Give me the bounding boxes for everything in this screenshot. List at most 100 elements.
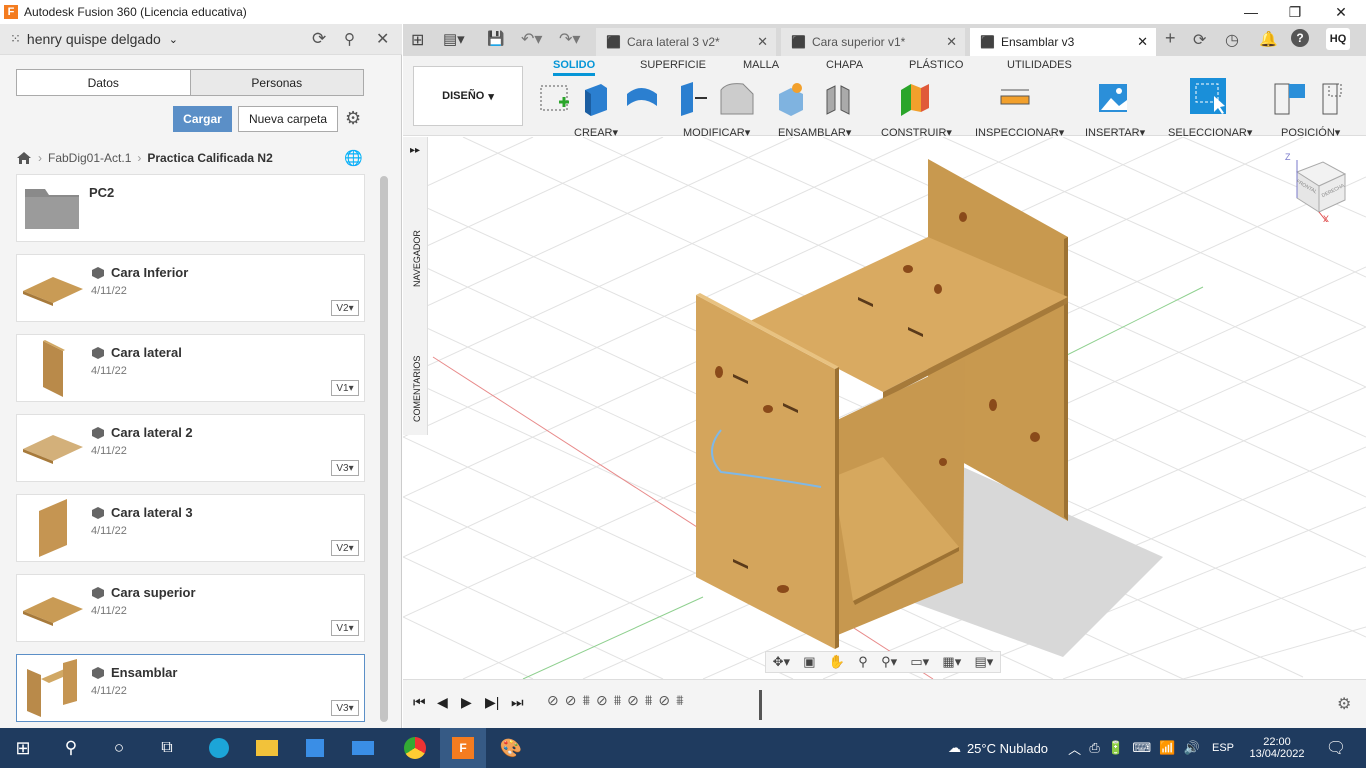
tab-solido[interactable]: SOLIDO (553, 59, 596, 76)
close-button[interactable]: ✕ (1318, 0, 1364, 24)
tab-chapa[interactable]: CHAPA (826, 59, 863, 71)
breadcrumb-folder[interactable]: Practica Calificada N2 (147, 151, 272, 165)
grid-settings-icon[interactable]: ▦▾ (942, 654, 961, 670)
search-icon[interactable]: ⚲ (344, 30, 355, 48)
user-name[interactable]: henry quispe delgado (27, 31, 161, 47)
mail-icon[interactable] (340, 728, 386, 768)
home-icon[interactable] (16, 151, 32, 165)
close-tab-icon[interactable]: ✕ (1137, 34, 1148, 50)
user-avatar[interactable]: HQ (1326, 28, 1350, 50)
doc-tab-cara-lateral-3[interactable]: ⬛ Cara lateral 3 v2* ✕ (596, 28, 776, 56)
scrollbar[interactable] (380, 176, 388, 722)
create-tools[interactable] (537, 80, 667, 116)
measure-icon[interactable] (999, 80, 1033, 116)
fusion-app-icon[interactable]: F (440, 728, 486, 768)
last-step-icon[interactable]: ⏭ (511, 694, 524, 711)
store-icon[interactable] (292, 728, 338, 768)
version-badge[interactable]: V2 ▾ (331, 300, 359, 316)
display-settings-icon[interactable]: ▭▾ (910, 654, 929, 670)
look-at-icon[interactable]: ▣ (803, 654, 815, 670)
notifications-icon[interactable]: 🔔 (1259, 30, 1278, 48)
language-indicator[interactable]: ESP (1208, 728, 1238, 768)
doc-tab-cara-superior[interactable]: ⬛ Cara superior v1* ✕ (781, 28, 965, 56)
modify-tools[interactable] (677, 80, 757, 116)
settings-gear-icon[interactable]: ⚙ (345, 108, 361, 129)
3d-viewport[interactable]: Z X FRONTAL DERECHA ▸▸ NAVEGADOR COMENTA… (403, 137, 1366, 679)
minimize-button[interactable]: — (1228, 0, 1274, 24)
tab-personas[interactable]: Personas (189, 70, 363, 95)
edge-icon[interactable] (196, 728, 242, 768)
expand-icon[interactable]: ▸▸ (410, 145, 420, 156)
view-cube[interactable]: Z X FRONTAL DERECHA (1283, 152, 1353, 224)
select-icon[interactable] (1188, 76, 1228, 116)
version-badge[interactable]: V3 ▾ (331, 700, 359, 716)
clock[interactable]: 22:00 13/04/2022 (1244, 728, 1310, 768)
next-step-icon[interactable]: ▶| (485, 694, 499, 711)
restore-button[interactable]: ❐ (1272, 0, 1318, 24)
insert-image-icon[interactable] (1097, 80, 1131, 116)
workspace-selector[interactable]: DISEÑO ▾ (413, 66, 523, 126)
construct-plane-icon[interactable] (897, 80, 937, 116)
zoom-icon[interactable]: ⚲ (858, 654, 868, 670)
timeline-settings-icon[interactable]: ⚙ (1337, 694, 1351, 714)
file-explorer-icon[interactable] (244, 728, 290, 768)
file-item[interactable]: Cara lateral 2 4/11/22 V3 ▾ (16, 414, 365, 482)
comments-label[interactable]: COMENTARIOS (412, 356, 422, 422)
play-icon[interactable]: ▶ (461, 694, 472, 711)
file-item[interactable]: Cara lateral 3 4/11/22 V2 ▾ (16, 494, 365, 562)
version-badge[interactable]: V1 ▾ (331, 380, 359, 396)
timeline-marker[interactable] (759, 690, 762, 720)
task-view-icon[interactable]: ⧉ (144, 728, 190, 768)
upload-button[interactable]: Cargar (173, 106, 232, 132)
chevron-down-icon[interactable]: ⌄ (169, 33, 178, 46)
weather-widget[interactable]: ☁ 25°C Nublado (928, 728, 1068, 768)
save-icon[interactable]: 💾 (487, 30, 504, 47)
doc-tab-ensamblar[interactable]: ⬛ Ensamblar v3 ✕ (970, 28, 1156, 56)
version-badge[interactable]: V3 ▾ (331, 460, 359, 476)
version-badge[interactable]: V2 ▾ (331, 540, 359, 556)
tab-datos[interactable]: Datos (17, 70, 190, 95)
chrome-icon[interactable] (392, 728, 438, 768)
viewports-icon[interactable]: ▤▾ (974, 654, 993, 670)
apps-grid-icon[interactable]: ⊞ (411, 30, 424, 50)
redo-icon[interactable]: ↷▾ (559, 29, 580, 49)
fit-icon[interactable]: ⚲▾ (881, 654, 897, 670)
folder-item[interactable]: PC2 (16, 174, 365, 242)
file-item[interactable]: Cara lateral 4/11/22 V1 ▾ (16, 334, 365, 402)
close-tab-icon[interactable]: ✕ (946, 34, 957, 50)
prev-step-icon[interactable]: ◀ (437, 694, 448, 711)
globe-icon[interactable]: 🌐 (344, 149, 363, 167)
version-badge[interactable]: V1 ▾ (331, 620, 359, 636)
extensions-icon[interactable]: ⟳ (1193, 30, 1206, 50)
tab-superficie[interactable]: SUPERFICIE (640, 59, 706, 71)
pan-icon[interactable]: ✋ (829, 654, 845, 670)
breadcrumb-project[interactable]: FabDig01-Act.1 (48, 151, 131, 165)
tab-utilidades[interactable]: UTILIDADES (1007, 59, 1072, 71)
timeline-features[interactable]: ⊘ ⊘ ⩩ ⊘ ⩩ ⊘ ⩩ ⊘ ⩩ (547, 692, 757, 716)
refresh-icon[interactable]: ⟳ (312, 29, 326, 49)
assemble-tools[interactable] (775, 80, 855, 116)
cortana-icon[interactable]: ○ (96, 728, 142, 768)
new-tab-icon[interactable]: + (1165, 28, 1176, 49)
file-item-selected[interactable]: Ensamblar 4/11/22 V3 ▾ (16, 654, 365, 722)
navigator-label[interactable]: NAVEGADOR (412, 230, 422, 287)
start-icon[interactable]: ⊞ (0, 728, 46, 768)
tab-malla[interactable]: MALLA (743, 59, 779, 71)
position-tools[interactable] (1273, 80, 1343, 116)
job-status-icon[interactable]: ◷ (1225, 30, 1239, 50)
close-panel-icon[interactable]: ✕ (376, 29, 389, 49)
search-icon[interactable]: ⚲ (48, 728, 94, 768)
file-menu-icon[interactable]: ▤▾ (443, 30, 465, 48)
file-item[interactable]: Cara superior 4/11/22 V1 ▾ (16, 574, 365, 642)
orbit-icon[interactable]: ✥▾ (773, 654, 790, 670)
file-item[interactable]: Cara Inferior 4/11/22 V2 ▾ (16, 254, 365, 322)
undo-icon[interactable]: ↶▾ (521, 29, 542, 49)
paint-icon[interactable]: 🎨 (488, 728, 534, 768)
help-icon[interactable]: ? (1291, 29, 1309, 47)
notification-center-icon[interactable]: 🗨 (1316, 728, 1356, 768)
close-tab-icon[interactable]: ✕ (757, 34, 768, 50)
system-tray-icons[interactable]: ︿ ⎙ 🔋 ⌨ 📶 🔊 (1064, 728, 1204, 768)
tab-plastico[interactable]: PLÁSTICO (909, 59, 963, 71)
new-folder-button[interactable]: Nueva carpeta (238, 106, 338, 132)
first-step-icon[interactable]: ⏮ (413, 694, 426, 711)
